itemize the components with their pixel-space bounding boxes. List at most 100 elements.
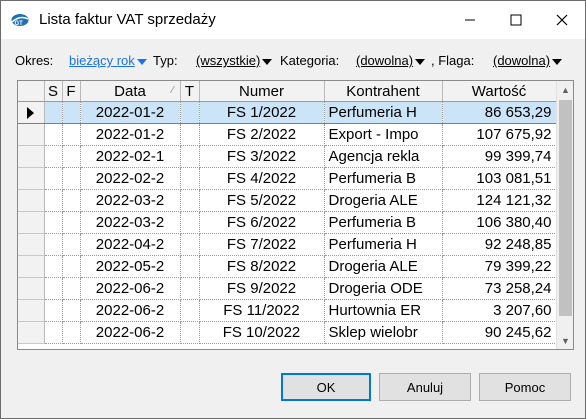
type-dropdown[interactable]: (wszystkie): [196, 53, 273, 68]
maximize-icon: [510, 14, 522, 26]
cell-value: 90 245,62: [442, 321, 557, 344]
maximize-button[interactable]: [493, 1, 539, 39]
cell-value: 73 258,24: [442, 277, 557, 300]
table-row[interactable]: 2022-01-2 FS 1/2022 Perfumeria H 86 653,29: [18, 101, 557, 124]
period-dropdown[interactable]: bieżący rok: [69, 53, 147, 68]
cell-f: [62, 233, 81, 256]
sort-indicator-icon: ∕: [171, 85, 174, 96]
cell-s: [44, 167, 63, 190]
column-header-date[interactable]: Data ∕: [80, 81, 181, 102]
column-header-contractor[interactable]: Kontrahent: [324, 81, 443, 102]
cell-s: [44, 299, 63, 322]
column-header-f[interactable]: F: [62, 81, 81, 102]
cell-date: 2022-01-2: [80, 101, 181, 124]
cell-f: [62, 277, 81, 300]
table-row[interactable]: 2022-01-2 FS 2/2022 Export - Impo 107 675,9…: [18, 123, 557, 146]
cell-date: 2022-01-2: [80, 123, 181, 146]
category-value: (dowolna): [356, 53, 414, 68]
cell-contractor: Agencja rekla: [324, 145, 443, 168]
cell-s: [44, 233, 63, 256]
cell-f: [62, 145, 81, 168]
invoice-grid[interactable]: S F Data ∕ T Numer Kontrahent Wartość 202…: [17, 80, 574, 350]
cell-date: 2022-06-2: [80, 321, 181, 344]
close-icon: [556, 14, 568, 26]
row-indicator: [18, 123, 45, 146]
cell-number: FS 5/2022: [199, 189, 325, 212]
row-indicator: [18, 189, 45, 212]
cell-f: [62, 189, 81, 212]
row-indicator: [18, 101, 45, 124]
cell-f: [62, 101, 81, 124]
vertical-scrollbar[interactable]: ▲ ▼: [556, 81, 573, 349]
table-row[interactable]: 2022-05-2 FS 8/2022 Drogeria ALE 79 399,22: [18, 255, 557, 278]
cell-number: FS 3/2022: [199, 145, 325, 168]
cell-contractor: Export - Impo: [324, 123, 443, 146]
invoice-table: S F Data ∕ T Numer Kontrahent Wartość 202…: [18, 81, 557, 344]
cell-s: [44, 211, 63, 234]
table-row[interactable]: 2022-03-2 FS 5/2022 Drogeria ALE 124 121,32: [18, 189, 557, 212]
row-indicator: [18, 277, 45, 300]
scrollbar-thumb[interactable]: [559, 100, 572, 316]
minimize-button[interactable]: [447, 1, 493, 39]
cell-number: FS 1/2022: [199, 101, 325, 124]
cell-f: [62, 299, 81, 322]
cell-value: 79 399,22: [442, 255, 557, 278]
cell-number: FS 2/2022: [199, 123, 325, 146]
column-header-value[interactable]: Wartość: [442, 81, 557, 102]
cell-value: 3 207,60: [442, 299, 557, 322]
column-header-s[interactable]: S: [44, 81, 63, 102]
table-row[interactable]: 2022-02-2 FS 4/2022 Perfumeria B 103 081,51: [18, 167, 557, 190]
table-row[interactable]: 2022-02-1 FS 3/2022 Agencja rekla 99 399,74: [18, 145, 557, 168]
table-row[interactable]: 2022-06-2 FS 10/2022 Sklep wielobr 90 245,6…: [18, 321, 557, 344]
current-row-pointer-icon: [27, 107, 35, 120]
cell-f: [62, 211, 81, 234]
cell-f: [62, 123, 81, 146]
row-indicator: [18, 321, 45, 344]
cell-f: [62, 167, 81, 190]
filter-bar: Okres: bieżący rok Typ: (wszystkie) Kate…: [1, 47, 585, 71]
dialog-window: GT Lista faktur VAT sprzedaży Okres: bie…: [0, 0, 586, 419]
help-button[interactable]: Pomoc: [479, 373, 571, 401]
cell-t: [180, 255, 200, 278]
column-header-number[interactable]: Numer: [199, 81, 325, 102]
cell-date: 2022-06-2: [80, 277, 181, 300]
chevron-down-icon: [136, 58, 147, 65]
category-dropdown[interactable]: (dowolna): [356, 53, 426, 68]
cell-number: FS 10/2022: [199, 321, 325, 344]
cell-t: [180, 211, 200, 234]
cancel-button[interactable]: Anuluj: [379, 373, 471, 401]
table-header-row: S F Data ∕ T Numer Kontrahent Wartość: [18, 81, 557, 102]
ok-button[interactable]: OK: [281, 373, 371, 401]
cell-contractor: Perfumeria H: [324, 101, 443, 124]
cell-number: FS 8/2022: [199, 255, 325, 278]
close-button[interactable]: [539, 1, 585, 39]
category-label: Kategoria:: [280, 53, 340, 68]
cell-t: [180, 189, 200, 212]
type-label: Typ:: [153, 53, 178, 68]
cell-s: [44, 277, 63, 300]
table-row[interactable]: 2022-03-2 FS 6/2022 Perfumeria B 106 380,40: [18, 211, 557, 234]
cell-number: FS 6/2022: [199, 211, 325, 234]
cell-value: 99 399,74: [442, 145, 557, 168]
cell-t: [180, 167, 200, 190]
scroll-down-icon[interactable]: ▼: [557, 332, 573, 349]
cell-value: 92 248,85: [442, 233, 557, 256]
row-indicator: [18, 299, 45, 322]
table-row[interactable]: 2022-06-2 FS 11/2022 Hurtownia ER 3 207,60: [18, 299, 557, 322]
svg-text:GT: GT: [15, 21, 24, 27]
scroll-up-icon[interactable]: ▲: [557, 81, 573, 98]
cell-t: [180, 299, 200, 322]
table-row[interactable]: 2022-04-2 FS 7/2022 Perfumeria H 92 248,85: [18, 233, 557, 256]
cell-date: 2022-05-2: [80, 255, 181, 278]
table-row[interactable]: 2022-06-2 FS 9/2022 Drogeria ODE 73 258,24: [18, 277, 557, 300]
cell-contractor: Perfumeria B: [324, 167, 443, 190]
flag-value: (dowolna): [493, 53, 551, 68]
cell-contractor: Sklep wielobr: [324, 321, 443, 344]
column-header-t[interactable]: T: [180, 81, 200, 102]
cell-value: 106 380,40: [442, 211, 557, 234]
cell-t: [180, 123, 200, 146]
flag-dropdown[interactable]: (dowolna): [493, 53, 563, 68]
cell-contractor: Drogeria ODE: [324, 277, 443, 300]
period-value: bieżący rok: [69, 53, 135, 68]
cell-number: FS 11/2022: [199, 299, 325, 322]
